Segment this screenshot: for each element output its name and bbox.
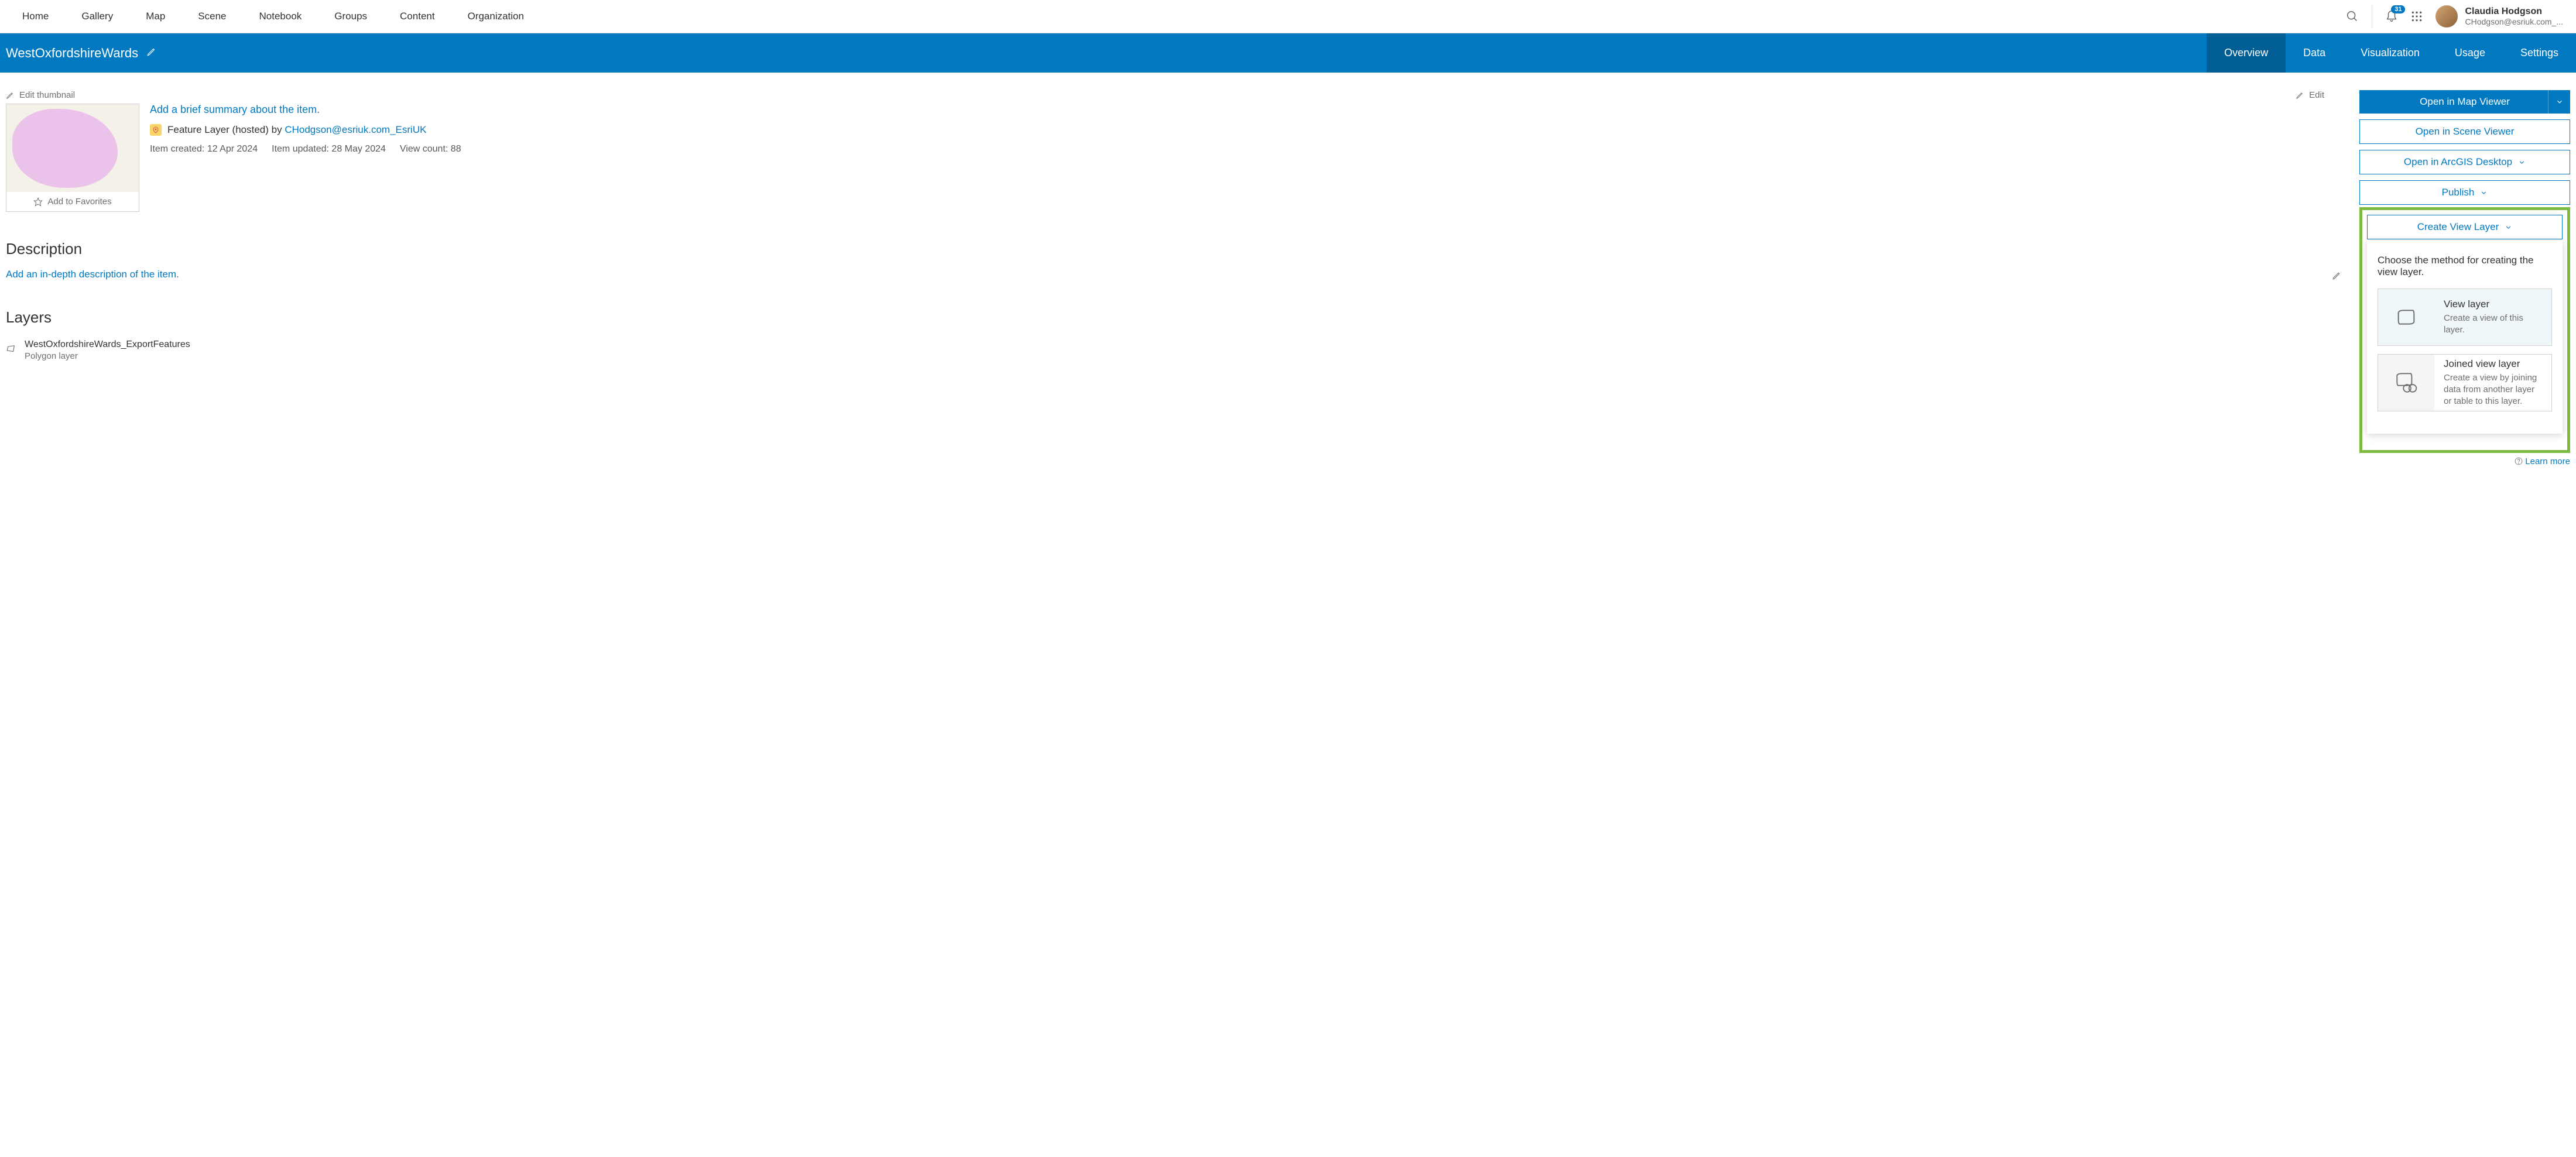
apps-icon[interactable] [2411, 11, 2423, 22]
publish-button[interactable]: Publish [2359, 180, 2570, 205]
layer-type: Polygon layer [25, 351, 190, 361]
publish-label: Publish [2442, 187, 2475, 198]
nav-map[interactable]: Map [129, 0, 181, 33]
nav-organization[interactable]: Organization [451, 0, 540, 33]
view-count: View count: 88 [400, 144, 461, 155]
option-text: Joined view layer Create a view by joini… [2434, 358, 2551, 408]
edit-label: Edit [2309, 90, 2324, 100]
chevron-down-icon [2518, 159, 2526, 166]
view-layer-option[interactable]: View layer Create a view of this layer. [2378, 289, 2552, 346]
layer-row[interactable]: WestOxfordshireWards_ExportFeatures Poly… [6, 339, 2342, 361]
create-view-layer-label: Create View Layer [2417, 221, 2499, 233]
joined-view-layer-option[interactable]: Joined view layer Create a view by joini… [2378, 354, 2552, 411]
title-tabs: Overview Data Visualization Usage Settin… [2207, 33, 2576, 73]
nav-gallery[interactable]: Gallery [65, 0, 129, 33]
joined-view-layer-icon [2378, 355, 2434, 411]
top-nav-links: Home Gallery Map Scene Notebook Groups C… [6, 0, 540, 33]
description-heading: Description [6, 240, 2342, 258]
tab-data[interactable]: Data [2286, 33, 2343, 73]
learn-more-link[interactable]: Learn more [2525, 456, 2570, 466]
joined-view-title: Joined view layer [2444, 358, 2542, 370]
open-scene-viewer-button[interactable]: Open in Scene Viewer [2359, 119, 2570, 144]
thumbnail-image [6, 104, 139, 192]
top-nav: Home Gallery Map Scene Notebook Groups C… [0, 0, 2576, 33]
help-icon [2515, 457, 2523, 465]
thumbnail-box: Add to Favorites [6, 104, 139, 212]
add-to-favorites[interactable]: Add to Favorites [6, 192, 139, 211]
feature-layer-icon [150, 124, 162, 136]
dropdown-title: Choose the method for creating the view … [2378, 255, 2552, 278]
user-menu[interactable]: Claudia Hodgson CHodgson@esriuk.com_... [2435, 5, 2563, 28]
metadata-column: Add a brief summary about the item. Feat… [150, 104, 2342, 155]
title-bar-left: WestOxfordshireWards [0, 46, 157, 61]
open-map-viewer-label: Open in Map Viewer [2420, 96, 2510, 108]
title-bar: WestOxfordshireWards Overview Data Visua… [0, 33, 2576, 73]
chevron-down-icon [2480, 189, 2488, 197]
notification-badge: 31 [2391, 5, 2405, 13]
tab-overview[interactable]: Overview [2207, 33, 2286, 73]
add-description-link[interactable]: Add an in-depth description of the item. [6, 269, 2342, 280]
open-arcgis-desktop-button[interactable]: Open in ArcGIS Desktop [2359, 150, 2570, 174]
nav-notebook[interactable]: Notebook [243, 0, 318, 33]
user-info: Claudia Hodgson CHodgson@esriuk.com_... [2465, 6, 2563, 26]
user-email: CHodgson@esriuk.com_... [2465, 17, 2563, 26]
layer-info: WestOxfordshireWards_ExportFeatures Poly… [25, 339, 190, 361]
nav-content[interactable]: Content [383, 0, 451, 33]
user-name: Claudia Hodgson [2465, 6, 2563, 17]
view-layer-title: View layer [2444, 298, 2542, 310]
owner-link[interactable]: CHodgson@esriuk.com_EsriUK [285, 124, 426, 135]
joined-view-desc: Create a view by joining data from anoth… [2444, 372, 2542, 408]
nav-groups[interactable]: Groups [318, 0, 383, 33]
add-summary-link[interactable]: Add a brief summary about the item. [150, 104, 320, 115]
main-column: Edit thumbnail Add to Favorites Add a br… [6, 90, 2342, 466]
search-icon[interactable] [2346, 10, 2359, 23]
edit-title-icon[interactable] [146, 46, 157, 60]
create-view-dropdown: Choose the method for creating the view … [2367, 241, 2563, 434]
content: Edit thumbnail Add to Favorites Add a br… [0, 73, 2576, 466]
option-text: View layer Create a view of this layer. [2434, 298, 2551, 337]
tab-settings[interactable]: Settings [2503, 33, 2576, 73]
layer-name: WestOxfordshireWards_ExportFeatures [25, 339, 190, 350]
created-date: Item created: 12 Apr 2024 [150, 144, 258, 155]
learn-more-row: Learn more [2359, 456, 2570, 466]
nav-home[interactable]: Home [6, 0, 65, 33]
updated-date: Item updated: 28 May 2024 [272, 144, 386, 155]
layers-heading: Layers [6, 308, 2342, 327]
open-scene-viewer-label: Open in Scene Viewer [2416, 126, 2515, 138]
create-view-highlight: Create View Layer Choose the method for … [2359, 207, 2570, 453]
edit-description-icon[interactable] [2332, 270, 2342, 283]
favorites-label: Add to Favorites [47, 197, 111, 207]
dates-row: Item created: 12 Apr 2024 Item updated: … [150, 144, 2342, 155]
chevron-down-icon[interactable] [2548, 90, 2570, 114]
open-desktop-label: Open in ArcGIS Desktop [2404, 156, 2512, 168]
side-column: Open in Map Viewer Open in Scene Viewer … [2359, 90, 2570, 466]
view-layer-icon [2378, 289, 2434, 345]
item-type-row: Feature Layer (hosted) by CHodgson@esriu… [150, 124, 2342, 136]
notifications-icon[interactable]: 31 [2385, 10, 2398, 23]
create-view-layer-button[interactable]: Create View Layer [2367, 215, 2563, 239]
open-map-viewer-button[interactable]: Open in Map Viewer [2359, 90, 2570, 114]
item-type-label: Feature Layer (hosted) by CHodgson@esriu… [167, 124, 426, 136]
edit-item-link[interactable]: Edit [2296, 90, 2324, 100]
view-layer-desc: Create a view of this layer. [2444, 313, 2542, 337]
edit-thumbnail-link[interactable]: Edit thumbnail [6, 90, 2342, 100]
nav-scene[interactable]: Scene [181, 0, 242, 33]
top-nav-right: 31 Claudia Hodgson CHodgson@esriuk.com_.… [2346, 5, 2570, 28]
polygon-layer-icon [6, 344, 16, 357]
chevron-down-icon [2505, 224, 2512, 231]
item-header: Add to Favorites Add a brief summary abo… [6, 104, 2342, 212]
tab-visualization[interactable]: Visualization [2343, 33, 2437, 73]
item-title: WestOxfordshireWards [6, 46, 138, 61]
avatar [2435, 5, 2458, 28]
edit-thumbnail-label: Edit thumbnail [19, 90, 75, 100]
tab-usage[interactable]: Usage [2437, 33, 2503, 73]
